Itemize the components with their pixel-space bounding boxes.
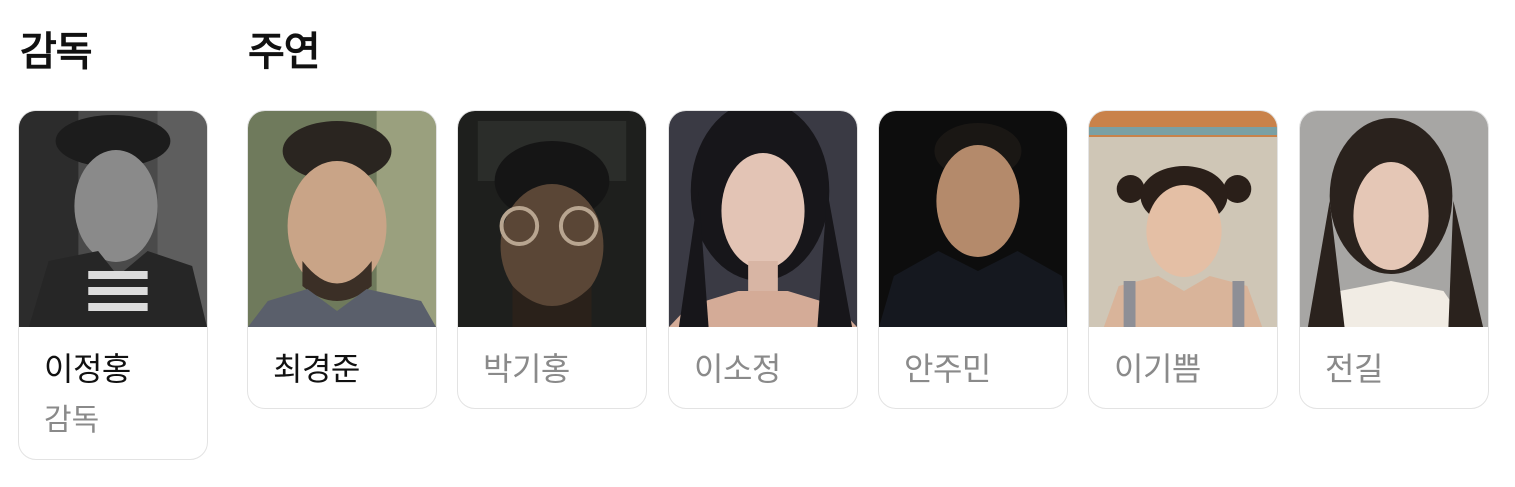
director-photo — [19, 111, 207, 327]
cast-photo — [1089, 111, 1277, 327]
cast-card[interactable]: 박기홍 — [457, 110, 647, 409]
cast-card[interactable]: 이소정 — [668, 110, 858, 409]
cast-name: 전길 — [1325, 350, 1383, 388]
director-name: 이정홍 — [44, 350, 131, 388]
cast-photo — [248, 111, 436, 327]
cast-photo — [879, 111, 1067, 327]
cast-name: 최경준 — [273, 350, 360, 388]
cast-name: 안주민 — [904, 350, 991, 388]
cast-card[interactable]: 전길 — [1299, 110, 1489, 409]
cast-name: 이소정 — [694, 350, 781, 388]
cast-card[interactable]: 최경준 — [247, 110, 437, 409]
cast-photo — [1300, 111, 1488, 327]
cast-card[interactable]: 이기쁨 — [1088, 110, 1278, 409]
director-section-title: 감독 — [20, 29, 93, 75]
director-card[interactable]: 이정홍 감독 — [18, 110, 208, 460]
cast-photo — [669, 111, 857, 327]
cast-card[interactable]: 안주민 — [878, 110, 1068, 409]
director-role: 감독 — [44, 403, 100, 438]
cast-name: 박기홍 — [483, 350, 570, 388]
cast-name: 이기쁨 — [1114, 350, 1201, 388]
cast-photo — [458, 111, 646, 327]
cast-section-title: 주연 — [248, 29, 321, 75]
